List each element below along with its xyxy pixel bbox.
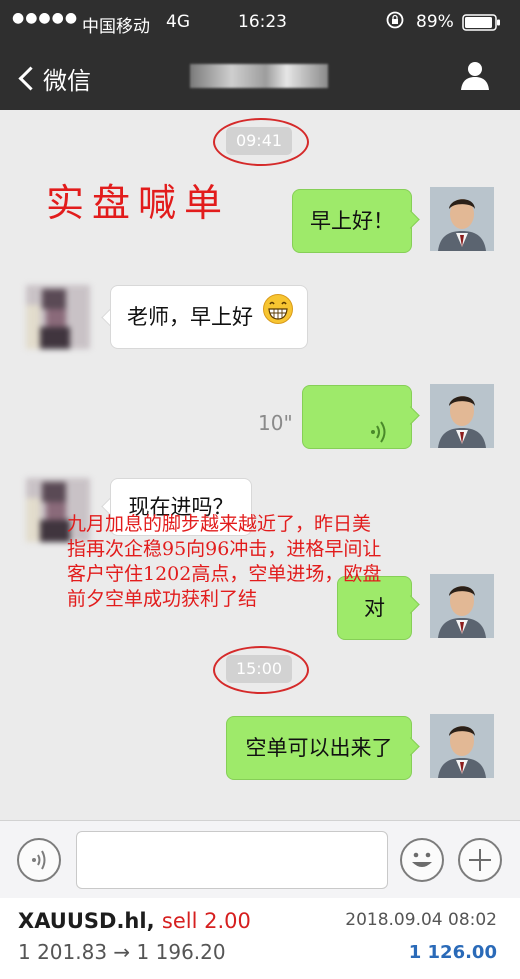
back-button[interactable]: 微信 bbox=[18, 61, 91, 96]
back-label: 微信 bbox=[43, 67, 91, 95]
chevron-left-icon bbox=[18, 66, 43, 91]
message-bubble[interactable]: 早上好！ bbox=[292, 189, 412, 253]
timestamp: 09:41 bbox=[226, 127, 292, 155]
overlay-line: 指再次企稳95向96冲击，进格早间让 bbox=[67, 538, 382, 560]
input-bar bbox=[0, 820, 520, 899]
timestamp: 15:00 bbox=[226, 655, 292, 683]
voice-icon bbox=[32, 850, 46, 870]
trade-symbol: XAUUSD.hl, bbox=[18, 909, 155, 933]
lock-rotation-icon bbox=[386, 11, 404, 34]
plus-icon bbox=[469, 849, 491, 871]
trade-summary: XAUUSD.hl, sell 2.00 1 201.83 → 1 196.20… bbox=[0, 898, 520, 979]
message-bubble[interactable]: 老师，早上好 bbox=[110, 285, 308, 349]
nav-bar: 微信 bbox=[0, 44, 520, 110]
overlay-title: 实盘喊单 bbox=[46, 181, 231, 225]
trade-profit: 1 126.00 bbox=[408, 942, 497, 963]
voice-message-bubble[interactable] bbox=[302, 385, 412, 449]
trade-symbol-line: XAUUSD.hl, sell 2.00 bbox=[18, 909, 251, 933]
battery-icon bbox=[462, 14, 502, 37]
carrier-label: 中国移动 bbox=[82, 17, 150, 37]
voice-wave-icon bbox=[369, 406, 389, 468]
smiley-icon bbox=[412, 852, 432, 867]
message-bubble[interactable]: 空单可以出来了 bbox=[226, 716, 412, 780]
network-label: 4G bbox=[166, 12, 190, 32]
message-text: 老师，早上好 bbox=[127, 305, 253, 329]
emoji-button[interactable] bbox=[400, 838, 444, 882]
clock: 16:23 bbox=[238, 12, 287, 32]
status-bar: ●●●●● 中国移动 4G 16:23 89% bbox=[0, 0, 520, 44]
voice-duration: 10" bbox=[258, 411, 293, 435]
grinning-emoji-icon bbox=[262, 287, 294, 349]
overlay-commentary: 九月加息的脚步越来越近了，昨日美 指再次企稳95向96冲击，进格早间让 客户守住… bbox=[67, 512, 487, 612]
avatar[interactable] bbox=[430, 187, 494, 251]
trade-prices: 1 201.83 → 1 196.20 bbox=[18, 940, 226, 964]
overlay-line: 九月加息的脚步越来越近了，昨日美 bbox=[67, 513, 372, 535]
battery-percent: 89% bbox=[416, 12, 454, 32]
avatar[interactable] bbox=[26, 285, 90, 349]
overlay-line: 前夕空单成功获利了结 bbox=[67, 588, 258, 610]
trade-date: 2018.09.04 08:02 bbox=[345, 910, 497, 930]
overlay-line: 客户守住1202高点，空单进场，欧盘 bbox=[67, 563, 382, 585]
contact-info-icon[interactable] bbox=[460, 60, 490, 90]
message-input[interactable] bbox=[76, 831, 388, 889]
signal-dots: ●●●●● bbox=[12, 10, 79, 26]
more-options-button[interactable] bbox=[458, 838, 502, 882]
trade-side: sell 2.00 bbox=[161, 909, 251, 933]
chat-title-blurred bbox=[190, 64, 328, 88]
avatar[interactable] bbox=[430, 384, 494, 448]
avatar[interactable] bbox=[430, 714, 494, 778]
voice-input-button[interactable] bbox=[17, 838, 61, 882]
